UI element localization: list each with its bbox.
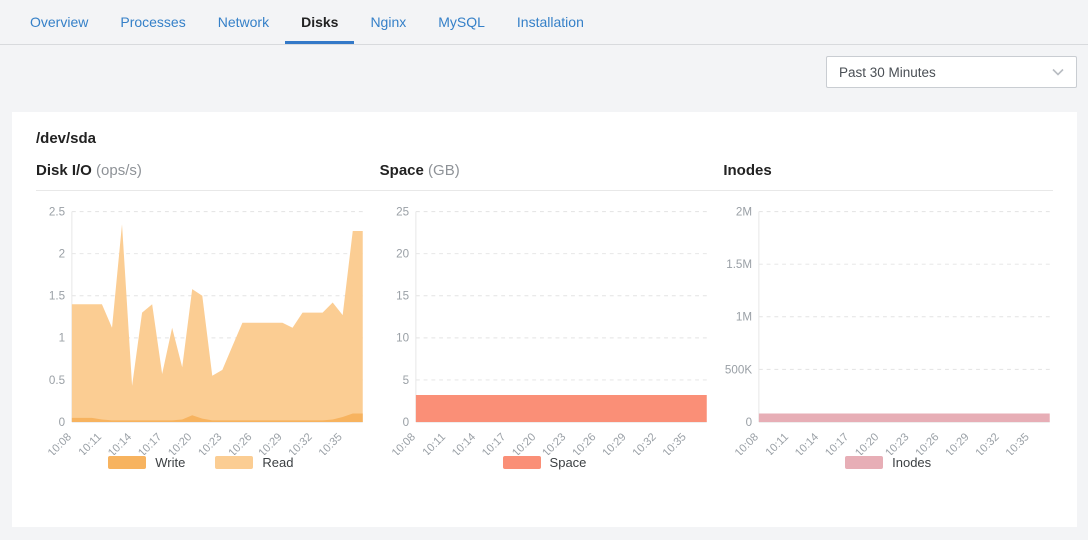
svg-text:2: 2 [59,248,65,261]
svg-text:1: 1 [59,332,65,345]
chart-title-unit: (ops/s) [96,162,142,179]
chart-title-inodes: Inodes [723,162,1053,179]
svg-text:10:23: 10:23 [540,431,568,455]
svg-text:10:17: 10:17 [136,431,164,455]
svg-text:10:08: 10:08 [46,431,74,455]
disk-io-chart-area: 00.511.522.510:0810:1110:1410:1710:2010:… [36,199,366,455]
legend-swatch [503,456,541,469]
tab-installation[interactable]: Installation [501,0,600,44]
chart-inodes: 0500K1M1.5M2M10:0810:1110:1410:1710:2010… [723,199,1053,470]
legend-item: Space [503,455,587,470]
legend-item: Inodes [845,455,931,470]
time-range-value: Past 30 Minutes [839,65,936,80]
tab-network[interactable]: Network [202,0,285,44]
tab-nginx[interactable]: Nginx [354,0,422,44]
tab-bar: Overview Processes Network Disks Nginx M… [0,0,1088,45]
disk-card: /dev/sda Disk I/O (ops/s) Space (GB) Ino… [12,112,1077,527]
chart-title-disk-io: Disk I/O (ops/s) [36,162,366,179]
tab-mysql[interactable]: MySQL [422,0,501,44]
inodes-chart-area: 0500K1M1.5M2M10:0810:1110:1410:1710:2010… [723,199,1053,455]
svg-text:0: 0 [402,416,409,429]
svg-text:10:14: 10:14 [793,431,821,455]
chart-disk-io: 00.511.522.510:0810:1110:1410:1710:2010:… [36,199,366,470]
svg-text:2.5: 2.5 [49,205,65,218]
svg-text:10:23: 10:23 [884,431,912,455]
svg-text:10:23: 10:23 [196,431,224,455]
chevron-down-icon [1050,64,1066,80]
svg-text:10:14: 10:14 [450,431,478,455]
svg-text:10:26: 10:26 [226,431,254,455]
svg-text:10:17: 10:17 [823,431,851,455]
svg-text:10:32: 10:32 [974,431,1002,455]
svg-text:10:35: 10:35 [1004,431,1032,455]
svg-text:10:35: 10:35 [317,431,345,455]
svg-text:1M: 1M [736,311,752,324]
svg-text:10:32: 10:32 [630,431,658,455]
svg-text:0: 0 [59,416,66,429]
toolbar: Past 30 Minutes [0,45,1088,88]
svg-text:10:11: 10:11 [764,431,792,455]
svg-text:1.5M: 1.5M [727,258,753,271]
svg-text:10:35: 10:35 [660,431,688,455]
svg-text:10:20: 10:20 [854,431,882,455]
chart-title-text: Space [380,162,424,179]
svg-text:10:32: 10:32 [287,431,315,455]
svg-text:10:14: 10:14 [106,431,134,455]
time-range-select[interactable]: Past 30 Minutes [826,56,1077,88]
disk-device-title: /dev/sda [36,130,1053,147]
charts-row: 00.511.522.510:0810:1110:1410:1710:2010:… [36,199,1053,470]
svg-text:10:26: 10:26 [914,431,942,455]
svg-text:1.5: 1.5 [49,290,65,303]
chart-title-space: Space (GB) [380,162,710,179]
tab-disks[interactable]: Disks [285,0,354,44]
svg-text:10:20: 10:20 [166,431,194,455]
svg-text:10:26: 10:26 [570,431,598,455]
svg-text:10:11: 10:11 [77,431,105,455]
tab-processes[interactable]: Processes [104,0,201,44]
svg-text:0.5: 0.5 [49,374,65,387]
legend-item: Write [108,455,185,470]
tab-overview[interactable]: Overview [14,0,104,44]
svg-text:10:20: 10:20 [510,431,538,455]
space-legend: Space [380,455,710,470]
svg-text:0: 0 [746,416,753,429]
svg-text:20: 20 [396,248,409,261]
svg-text:25: 25 [396,205,409,218]
space-chart-area: 0 5 10 15 20 25 10:0810:1110:1410:1710:2010:23… [380,199,710,455]
inodes-legend: Inodes [723,455,1053,470]
svg-text:2M: 2M [736,205,752,218]
svg-text:10: 10 [396,332,409,345]
chart-title-unit: (GB) [428,162,460,179]
chart-title-text: Inodes [723,162,771,179]
svg-text:10:29: 10:29 [944,431,972,455]
svg-text:10:29: 10:29 [600,431,628,455]
chart-title-text: Disk I/O [36,162,92,179]
legend-label: Read [262,455,293,470]
svg-text:500K: 500K [725,363,752,376]
legend-item: Read [215,455,293,470]
chart-space: 0 5 10 15 20 25 10:0810:1110:1410:1710:2010:23… [380,199,710,470]
legend-label: Inodes [892,455,931,470]
svg-text:10:17: 10:17 [480,431,508,455]
legend-swatch [108,456,146,469]
legend-label: Space [550,455,587,470]
svg-text:10:08: 10:08 [389,431,417,455]
svg-text:10:29: 10:29 [256,431,284,455]
svg-text:10:11: 10:11 [420,431,448,455]
chart-titles-row: Disk I/O (ops/s) Space (GB) Inodes [36,162,1053,191]
svg-text:15: 15 [396,290,409,303]
svg-text:5: 5 [402,374,408,387]
svg-text:10:08: 10:08 [733,431,761,455]
disk-io-legend: Write Read [36,455,366,470]
legend-swatch [215,456,253,469]
legend-label: Write [155,455,185,470]
legend-swatch [845,456,883,469]
